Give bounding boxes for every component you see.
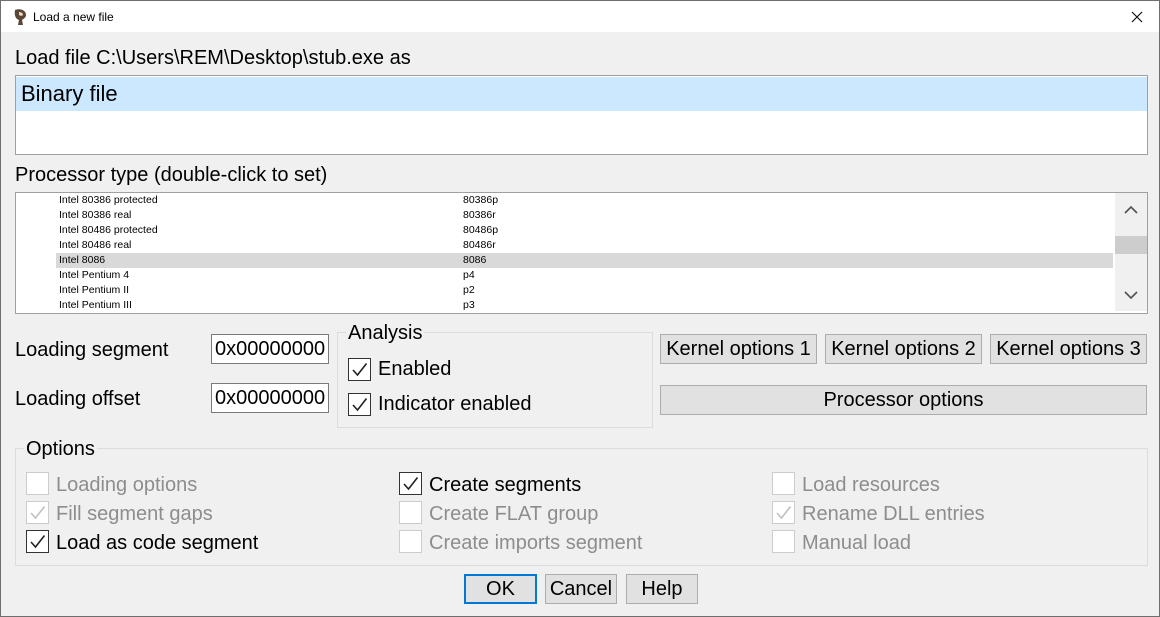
checkmark-icon — [352, 363, 368, 377]
processor-code: 8086 — [463, 254, 487, 266]
fill-segment-gaps-checkbox[interactable] — [26, 501, 49, 524]
rename-dll-entries-checkbox[interactable] — [772, 501, 795, 524]
load-resources-checkbox[interactable] — [772, 472, 795, 495]
manual-load-checkbox[interactable] — [772, 530, 795, 553]
load-as-code-segment-label: Load as code segment — [56, 532, 259, 554]
checkmark-icon — [30, 506, 46, 520]
fill-segment-gaps-label: Fill segment gaps — [56, 503, 213, 525]
kernel-options-1-button[interactable]: Kernel options 1 — [660, 334, 817, 364]
processor-row-selected[interactable]: Intel 8086 8086 — [56, 253, 1113, 268]
processor-code: 80386p — [463, 194, 499, 206]
processor-code: 80486p — [463, 224, 499, 236]
checkmark-icon — [352, 398, 368, 412]
processor-code: 80386r — [463, 209, 496, 221]
processor-code: p3 — [463, 299, 475, 311]
window-title: Load a new file — [33, 10, 114, 24]
close-icon — [1131, 11, 1143, 23]
load-file-dialog: Load a new file Load file C:\Users\REM\D… — [0, 0, 1160, 617]
create-imports-segment-checkbox[interactable] — [399, 530, 422, 553]
processor-code: p2 — [463, 284, 475, 296]
loading-segment-input[interactable]: 0x00000000 — [211, 334, 329, 364]
indicator-enabled-label: Indicator enabled — [378, 393, 532, 415]
rename-dll-entries-label: Rename DLL entries — [802, 503, 985, 525]
checkmark-icon — [403, 477, 419, 491]
loading-options-checkbox[interactable] — [26, 472, 49, 495]
processor-list-scrollbar[interactable] — [1115, 193, 1147, 311]
processor-row[interactable]: Intel Pentium III p3 — [56, 298, 1113, 313]
processor-code: p4 — [463, 269, 475, 281]
indicator-enabled-checkbox[interactable] — [348, 393, 371, 416]
chevron-up-icon — [1124, 205, 1138, 214]
processor-row[interactable]: Intel 80386 protected 80386p — [56, 193, 1113, 208]
title-bar: Load a new file — [1, 1, 1159, 32]
processor-row[interactable]: Intel Pentium II p2 — [56, 283, 1113, 298]
cancel-button[interactable]: Cancel — [545, 574, 617, 604]
processor-name: Intel 80486 real — [59, 239, 132, 251]
processor-row[interactable]: Intel Pentium 4 p4 — [56, 268, 1113, 283]
create-flat-group-checkbox[interactable] — [399, 501, 422, 524]
checkmark-icon — [30, 535, 46, 549]
processor-row[interactable]: Intel 80486 protected 80486p — [56, 223, 1113, 238]
processor-name: Intel 80386 protected — [59, 194, 158, 206]
checkmark-icon — [776, 506, 792, 520]
processor-name: Intel 80486 protected — [59, 224, 158, 236]
analysis-title: Analysis — [346, 322, 425, 345]
loading-offset-input[interactable]: 0x00000000 — [211, 383, 329, 413]
kernel-options-3-button[interactable]: Kernel options 3 — [990, 334, 1147, 364]
create-imports-segment-label: Create imports segment — [429, 532, 643, 554]
processor-name: Intel 80386 real — [59, 209, 132, 221]
load-file-label: Load file C:\Users\REM\Desktop\stub.exe … — [15, 47, 411, 69]
loading-offset-label: Loading offset — [15, 388, 141, 410]
processor-row[interactable]: Intel 80386 real 80386r — [56, 208, 1113, 223]
load-as-code-segment-checkbox[interactable] — [26, 530, 49, 553]
ida-app-icon — [14, 9, 26, 25]
chevron-down-icon — [1124, 291, 1138, 300]
create-segments-label: Create segments — [429, 474, 582, 496]
create-segments-checkbox[interactable] — [399, 472, 422, 495]
processor-name: Intel Pentium 4 — [59, 269, 130, 281]
manual-load-label: Manual load — [802, 532, 911, 554]
processor-name: Intel Pentium III — [59, 299, 132, 311]
scroll-up-button[interactable] — [1115, 199, 1147, 223]
kernel-options-2-button[interactable]: Kernel options 2 — [825, 334, 982, 364]
create-flat-group-label: Create FLAT group — [429, 503, 599, 525]
ok-button[interactable]: OK — [464, 574, 537, 604]
processor-name: Intel 8086 — [59, 254, 106, 266]
processor-code: 80486r — [463, 239, 496, 251]
scroll-down-button[interactable] — [1115, 285, 1147, 309]
processor-options-button[interactable]: Processor options — [660, 385, 1147, 415]
scroll-thumb[interactable] — [1115, 236, 1147, 254]
help-button[interactable]: Help — [626, 574, 698, 604]
processor-type-label: Processor type (double-click to set) — [15, 164, 328, 186]
analysis-enabled-checkbox[interactable] — [348, 358, 371, 381]
analysis-enabled-label: Enabled — [378, 358, 452, 380]
file-type-list[interactable]: Binary file — [15, 75, 1148, 155]
processor-list[interactable]: Intel 80386 protected 80386p Intel 80386… — [15, 192, 1148, 314]
processor-row[interactable]: Intel 80486 real 80486r — [56, 238, 1113, 253]
loading-options-label: Loading options — [56, 474, 198, 496]
options-title: Options — [24, 438, 97, 461]
close-button[interactable] — [1115, 1, 1159, 32]
processor-name: Intel Pentium II — [59, 284, 130, 296]
loading-segment-label: Loading segment — [15, 339, 169, 361]
file-type-item-binary[interactable]: Binary file — [16, 77, 1147, 111]
load-resources-label: Load resources — [802, 474, 940, 496]
